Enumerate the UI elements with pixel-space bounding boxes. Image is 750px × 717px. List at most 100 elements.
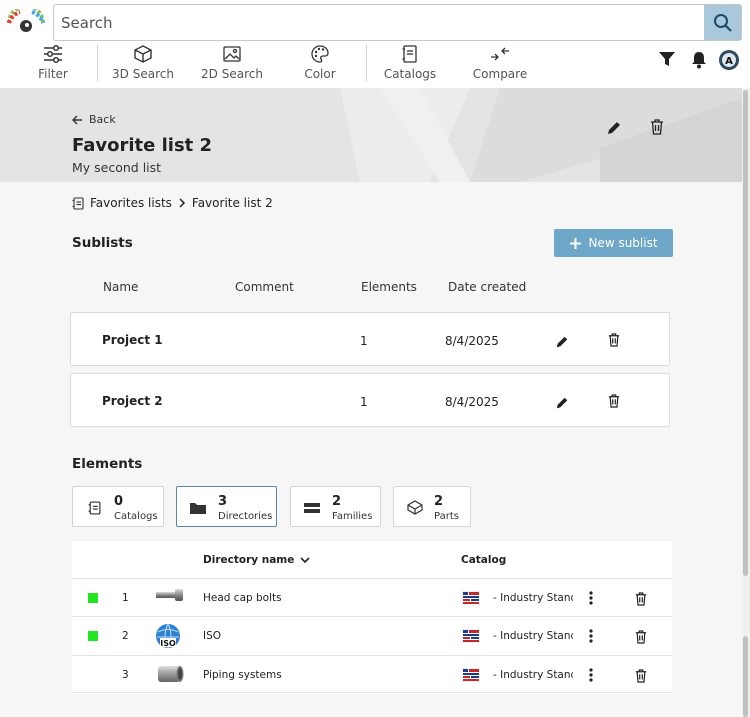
column-header-elements[interactable]: Elements — [361, 280, 417, 294]
column-header-directory-name[interactable]: Directory name — [203, 554, 310, 566]
pencil-icon — [608, 122, 620, 134]
search-button[interactable] — [704, 5, 741, 40]
sublist-name: Project 1 — [102, 333, 163, 347]
filter-toggle-button[interactable] — [658, 50, 676, 72]
sublists-heading: Sublists — [72, 235, 133, 251]
search-input[interactable] — [54, 5, 704, 40]
more-vertical-icon — [589, 629, 593, 643]
column-header-catalog[interactable]: Catalog — [461, 554, 506, 566]
sublist-elements: 1 — [360, 395, 368, 409]
filter-directories[interactable]: 3 Directories — [176, 486, 277, 527]
catalog-icon — [72, 196, 84, 210]
trash-icon — [635, 592, 647, 606]
sublist-date: 8/4/2025 — [445, 334, 499, 348]
plus-icon — [570, 237, 582, 249]
table-row[interactable]: 1 Head cap bolts - Industry Standards — [72, 578, 672, 616]
catalog-name: - Industry Standards — [493, 669, 573, 681]
toolbar-divider — [97, 45, 98, 82]
filter-catalogs[interactable]: 0 Catalogs — [72, 486, 164, 527]
svg-text:A: A — [725, 56, 733, 67]
column-header-name[interactable]: Name — [103, 280, 138, 294]
user-avatar[interactable]: A — [718, 49, 740, 75]
back-link[interactable]: Back — [72, 113, 116, 126]
catalog-name: - Industry Standards — [493, 630, 573, 642]
row-number: 1 — [122, 592, 129, 604]
more-vertical-icon — [589, 668, 593, 682]
sliders-icon — [44, 44, 62, 64]
svg-text:ISO: ISO — [160, 639, 176, 648]
pencil-icon — [556, 336, 568, 348]
delete-list-button[interactable] — [650, 119, 664, 139]
edit-sublist-button[interactable] — [555, 334, 569, 353]
bolt-thumbnail — [155, 587, 185, 607]
new-sublist-button[interactable]: New sublist — [554, 229, 673, 257]
row-number: 3 — [122, 669, 129, 681]
table-row[interactable]: 3 Piping systems - Industry Standards — [72, 655, 672, 693]
iso-globe-thumbnail: ISO — [155, 623, 181, 653]
catalog-icon — [402, 45, 417, 63]
cube-icon — [134, 45, 152, 63]
image-icon — [223, 46, 241, 62]
toolbar-3d-search[interactable]: 3D Search — [112, 42, 174, 88]
folder-icon — [190, 503, 206, 514]
funnel-icon — [659, 52, 675, 66]
search-icon — [713, 13, 732, 32]
toolbar-catalogs[interactable]: Catalogs — [384, 42, 436, 88]
trash-icon — [608, 333, 620, 347]
delete-row-button[interactable] — [635, 629, 647, 648]
row-menu-button[interactable] — [589, 590, 593, 609]
delete-sublist-button[interactable] — [608, 332, 620, 351]
sublist-row[interactable]: Project 2 1 8/4/2025 — [70, 373, 670, 427]
filter-parts[interactable]: 2 Parts — [393, 486, 471, 527]
families-icon — [304, 503, 320, 513]
filter-count: 3 — [218, 494, 228, 509]
filter-count: 2 — [332, 494, 342, 509]
toolbar-2d-search[interactable]: 2D Search — [201, 42, 263, 88]
new-sublist-label: New sublist — [588, 236, 658, 250]
sublist-name: Project 2 — [102, 394, 163, 408]
delete-row-button[interactable] — [635, 668, 647, 687]
directory-name: Head cap bolts — [203, 592, 282, 604]
filter-label: Catalogs — [114, 511, 158, 522]
edit-list-button[interactable] — [606, 120, 622, 140]
notifications-button[interactable] — [690, 50, 708, 73]
status-indicator — [88, 593, 98, 603]
catalog-flag-icon — [461, 590, 481, 609]
directory-name: Piping systems — [203, 669, 282, 681]
page-subtitle: My second list — [72, 160, 162, 175]
breadcrumb: Favorites lists Favorite list 2 — [72, 196, 273, 210]
catalog-flag-icon — [461, 667, 481, 686]
pipe-thumbnail — [155, 663, 185, 689]
catalog-name: - Industry Standards — [493, 592, 573, 604]
toolbar-color[interactable]: Color — [300, 42, 340, 88]
sublist-date: 8/4/2025 — [445, 395, 499, 409]
chevron-right-icon — [179, 198, 185, 208]
column-header-comment[interactable]: Comment — [235, 280, 294, 294]
table-row[interactable]: 2 ISO ISO - Industry Standards — [72, 616, 672, 654]
toolbar-filter[interactable]: Filter — [33, 42, 73, 88]
page-title: Favorite list 2 — [72, 135, 213, 156]
row-menu-button[interactable] — [589, 628, 593, 647]
column-header-date-created[interactable]: Date created — [448, 280, 526, 294]
toolbar: Filter 3D Search 2D Search Color Catalog… — [0, 42, 750, 88]
delete-sublist-button[interactable] — [608, 393, 620, 412]
toolbar-compare[interactable]: Compare — [472, 42, 528, 88]
delete-row-button[interactable] — [635, 591, 647, 610]
app-logo[interactable] — [6, 4, 46, 35]
filter-families[interactable]: 2 Families — [290, 486, 381, 527]
edit-sublist-button[interactable] — [555, 395, 569, 414]
pencil-icon — [556, 397, 568, 409]
scrollbar-thumb-lower[interactable] — [743, 636, 748, 717]
part-icon — [407, 500, 423, 515]
trash-icon — [651, 119, 663, 135]
trash-icon — [635, 630, 647, 644]
toolbar-divider — [366, 45, 367, 82]
scrollbar-thumb[interactable] — [743, 90, 748, 576]
sublist-row[interactable]: Project 1 1 8/4/2025 — [70, 312, 670, 366]
breadcrumb-favorites-lists[interactable]: Favorites lists — [90, 196, 172, 210]
bell-icon — [692, 52, 706, 69]
row-menu-button[interactable] — [589, 667, 593, 686]
breadcrumb-current: Favorite list 2 — [191, 196, 273, 210]
back-label: Back — [89, 113, 116, 126]
status-indicator — [88, 631, 98, 641]
